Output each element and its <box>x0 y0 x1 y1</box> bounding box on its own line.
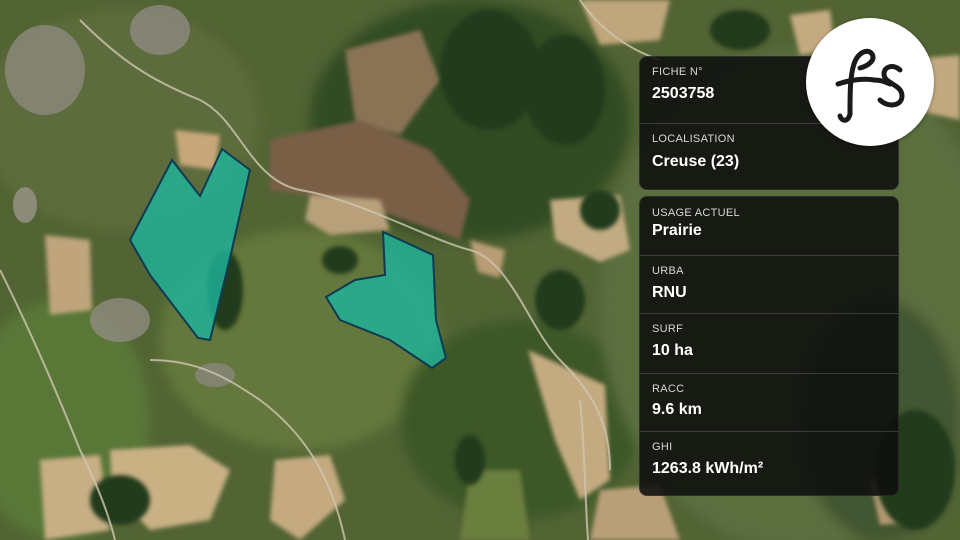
ghi-value: 1263.8 kWh/m² <box>652 460 764 477</box>
urba-value: RNU <box>652 284 687 301</box>
racc-label: RACC <box>652 383 685 395</box>
fs-logo <box>806 18 934 146</box>
usage-label: USAGE ACTUEL <box>652 207 740 219</box>
ghi-label: GHI <box>652 441 673 453</box>
usage-row: USAGE ACTUEL Prairie <box>640 197 898 255</box>
fiche-label: FICHE N° <box>652 66 703 78</box>
surf-value: 10 ha <box>652 342 693 359</box>
racc-row: RACC 9.6 km <box>640 373 898 432</box>
fiche-value: 2503758 <box>652 85 715 102</box>
localisation-label: LOCALISATION <box>652 133 735 145</box>
ghi-row: GHI 1263.8 kWh/m² <box>640 431 898 496</box>
racc-value: 9.6 km <box>652 401 702 418</box>
urba-label: URBA <box>652 265 684 277</box>
surf-label: SURF <box>652 323 684 335</box>
fs-logo-icon <box>835 48 905 123</box>
surf-row: SURF 10 ha <box>640 313 898 374</box>
usage-value: Prairie <box>652 222 702 239</box>
localisation-value: Creuse (23) <box>652 153 740 170</box>
details-card: USAGE ACTUEL Prairie URBA RNU SURF 10 ha… <box>639 196 899 496</box>
urba-row: URBA RNU <box>640 255 898 314</box>
